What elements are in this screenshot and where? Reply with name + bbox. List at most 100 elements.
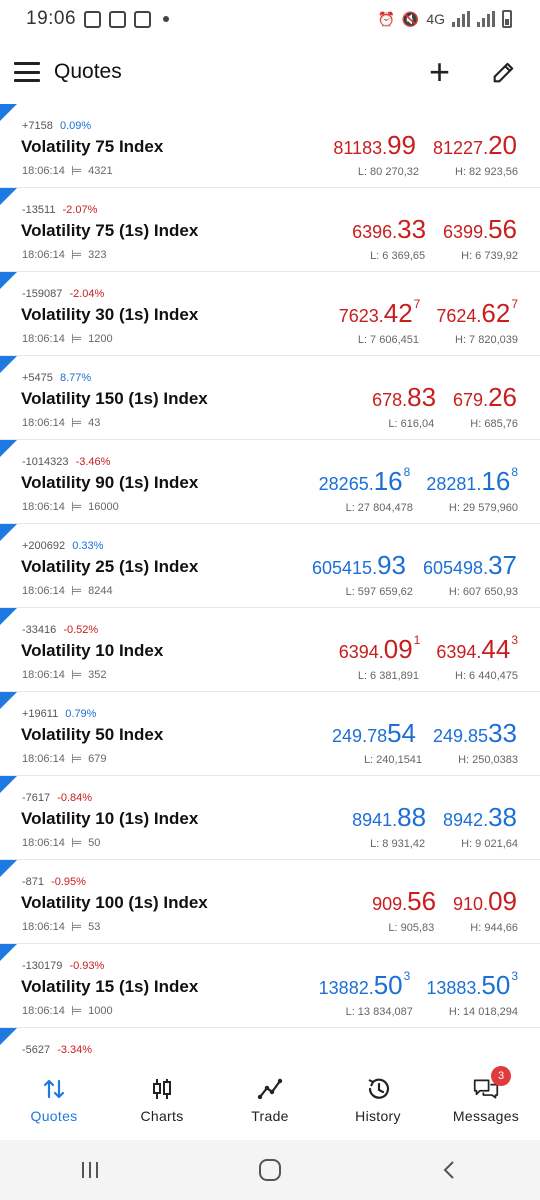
row-corner-marker bbox=[0, 944, 17, 961]
symbol-name: Volatility 10 Index bbox=[21, 641, 164, 660]
change-points: +7158 bbox=[22, 120, 53, 132]
row-corner-marker bbox=[0, 272, 17, 289]
bid-price-sup: 3 bbox=[403, 969, 411, 983]
ask-price-main: 6394. bbox=[436, 642, 482, 662]
low-value: L: 616,04 bbox=[388, 418, 435, 430]
bid-price-main: 8941. bbox=[352, 810, 398, 830]
nav-charts[interactable]: Charts bbox=[112, 1076, 212, 1124]
bid-price[interactable]: 909.56 bbox=[372, 886, 437, 917]
ask-price[interactable]: 6394.443 bbox=[436, 633, 518, 665]
change-percent: -2.04% bbox=[69, 288, 105, 300]
messages-icon: 3 bbox=[473, 1066, 511, 1102]
low-value: L: 240,1541 bbox=[363, 754, 423, 766]
symbol-name: Volatility 30 (1s) Index bbox=[21, 305, 199, 324]
ask-price[interactable]: 910.09 bbox=[453, 886, 518, 917]
quote-time: 18:06:14 bbox=[22, 249, 65, 261]
ask-price[interactable]: 7624.627 bbox=[436, 297, 518, 329]
prices: 249.7854 249.8533 bbox=[332, 718, 518, 749]
row-corner-marker bbox=[0, 440, 17, 457]
change-percent: 0.33% bbox=[72, 540, 104, 552]
bid-price[interactable]: 605415.93 bbox=[312, 550, 407, 581]
plus-icon[interactable]: + bbox=[429, 54, 450, 90]
quote-row[interactable]: +200692 0.33% Volatility 25 (1s) Index 1… bbox=[0, 524, 540, 608]
menu-icon[interactable] bbox=[14, 62, 40, 82]
meta-line: 18:06:14 ⊨ 8244 bbox=[22, 583, 113, 599]
spread-value: 679 bbox=[88, 753, 107, 765]
nav-history[interactable]: History bbox=[328, 1076, 428, 1124]
quote-row[interactable]: -871 -0.95% Volatility 100 (1s) Index 18… bbox=[0, 860, 540, 944]
ask-price[interactable]: 6399.56 bbox=[443, 214, 518, 245]
meta-line: 18:06:14 ⊨ 1000 bbox=[22, 1003, 113, 1019]
ask-price[interactable]: 605498.37 bbox=[423, 550, 518, 581]
back-button[interactable] bbox=[420, 1150, 480, 1190]
bid-price[interactable]: 13882.503 bbox=[319, 969, 411, 1001]
ask-price-main: 605498. bbox=[423, 558, 489, 578]
quote-row[interactable]: +5475 8.77% Volatility 150 (1s) Index 18… bbox=[0, 356, 540, 440]
spread-value: 43 bbox=[88, 417, 101, 429]
low-high: L: 8 931,42 H: 9 021,64 bbox=[370, 838, 518, 850]
bid-price[interactable]: 6394.091 bbox=[339, 633, 421, 665]
quote-row[interactable]: -130179 -0.93% Volatility 15 (1s) Index … bbox=[0, 944, 540, 1028]
meta-line: 18:06:14 ⊨ 53 bbox=[22, 919, 100, 935]
nav-history-label: History bbox=[355, 1108, 401, 1124]
ask-price[interactable]: 13883.503 bbox=[426, 969, 518, 1001]
spread-icon: ⊨ bbox=[70, 415, 83, 430]
ask-price[interactable]: 8942.38 bbox=[443, 802, 518, 833]
change-line: -1014323 -3.46% bbox=[22, 456, 110, 468]
prices: 8941.88 8942.38 bbox=[352, 802, 518, 833]
high-value: H: 14 018,294 bbox=[448, 1006, 518, 1018]
low-value: L: 13 834,087 bbox=[345, 1006, 413, 1018]
quote-row[interactable]: -33416 -0.52% Volatility 10 Index 18:06:… bbox=[0, 608, 540, 692]
gallery-notification-icon bbox=[84, 10, 102, 28]
change-line: +7158 0.09% bbox=[22, 120, 91, 132]
change-points: +200692 bbox=[22, 540, 66, 552]
change-line: -159087 -2.04% bbox=[22, 288, 104, 300]
symbol-name: Volatility 150 (1s) Index bbox=[21, 389, 208, 408]
recent-apps-icon bbox=[82, 1162, 98, 1178]
page-title: Quotes bbox=[54, 60, 122, 83]
high-value: H: 250,0383 bbox=[458, 754, 518, 766]
bid-price-main: 909. bbox=[372, 894, 408, 914]
quote-row[interactable]: -5627 -3.34% bbox=[0, 1028, 540, 1058]
bid-price[interactable]: 81183.99 bbox=[333, 130, 417, 161]
bid-price[interactable]: 6396.33 bbox=[352, 214, 427, 245]
change-points: -13511 bbox=[22, 204, 56, 216]
low-value: L: 597 659,62 bbox=[345, 586, 413, 598]
bid-price[interactable]: 28265.168 bbox=[319, 465, 411, 497]
change-percent: -3.34% bbox=[57, 1044, 93, 1056]
quote-row[interactable]: +19611 0.79% Volatility 50 Index 18:06:1… bbox=[0, 692, 540, 776]
quote-time: 18:06:14 bbox=[22, 753, 65, 765]
bid-price[interactable]: 678.83 bbox=[372, 382, 437, 413]
home-button[interactable] bbox=[240, 1150, 300, 1190]
change-percent: -0.84% bbox=[57, 792, 93, 804]
bid-price[interactable]: 249.7854 bbox=[332, 718, 417, 749]
ask-price[interactable]: 679.26 bbox=[453, 382, 518, 413]
spread-value: 1000 bbox=[88, 1005, 113, 1017]
nav-messages[interactable]: 3 Messages bbox=[436, 1066, 536, 1124]
history-icon bbox=[365, 1076, 391, 1102]
quote-row[interactable]: +7158 0.09% Volatility 75 Index 18:06:14… bbox=[0, 104, 540, 188]
nav-quotes[interactable]: Quotes bbox=[4, 1076, 104, 1124]
meta-line: 18:06:14 ⊨ 352 bbox=[22, 667, 107, 683]
low-value: L: 80 270,32 bbox=[357, 166, 419, 178]
bid-price[interactable]: 8941.88 bbox=[352, 802, 427, 833]
ask-price[interactable]: 28281.168 bbox=[426, 465, 518, 497]
ask-price-sup: 7 bbox=[511, 297, 518, 311]
recent-apps-button[interactable] bbox=[60, 1150, 120, 1190]
quote-row[interactable]: -159087 -2.04% Volatility 30 (1s) Index … bbox=[0, 272, 540, 356]
low-value: L: 7 606,451 bbox=[357, 334, 419, 346]
bid-price[interactable]: 7623.427 bbox=[339, 297, 421, 329]
ask-price[interactable]: 249.8533 bbox=[433, 718, 518, 749]
spread-icon: ⊨ bbox=[70, 751, 83, 766]
pencil-icon[interactable] bbox=[490, 58, 518, 86]
ask-price[interactable]: 81227.20 bbox=[433, 130, 518, 161]
ask-price-main: 7624. bbox=[436, 306, 482, 326]
prices: 6396.33 6399.56 bbox=[352, 214, 518, 245]
quote-row[interactable]: -13511 -2.07% Volatility 75 (1s) Index 1… bbox=[0, 188, 540, 272]
nav-trade[interactable]: Trade bbox=[220, 1076, 320, 1124]
change-percent: -2.07% bbox=[62, 204, 98, 216]
meta-line: 18:06:14 ⊨ 50 bbox=[22, 835, 100, 851]
quote-row[interactable]: -1014323 -3.46% Volatility 90 (1s) Index… bbox=[0, 440, 540, 524]
low-high: L: 6 369,65 H: 6 739,92 bbox=[370, 250, 518, 262]
quote-row[interactable]: -7617 -0.84% Volatility 10 (1s) Index 18… bbox=[0, 776, 540, 860]
